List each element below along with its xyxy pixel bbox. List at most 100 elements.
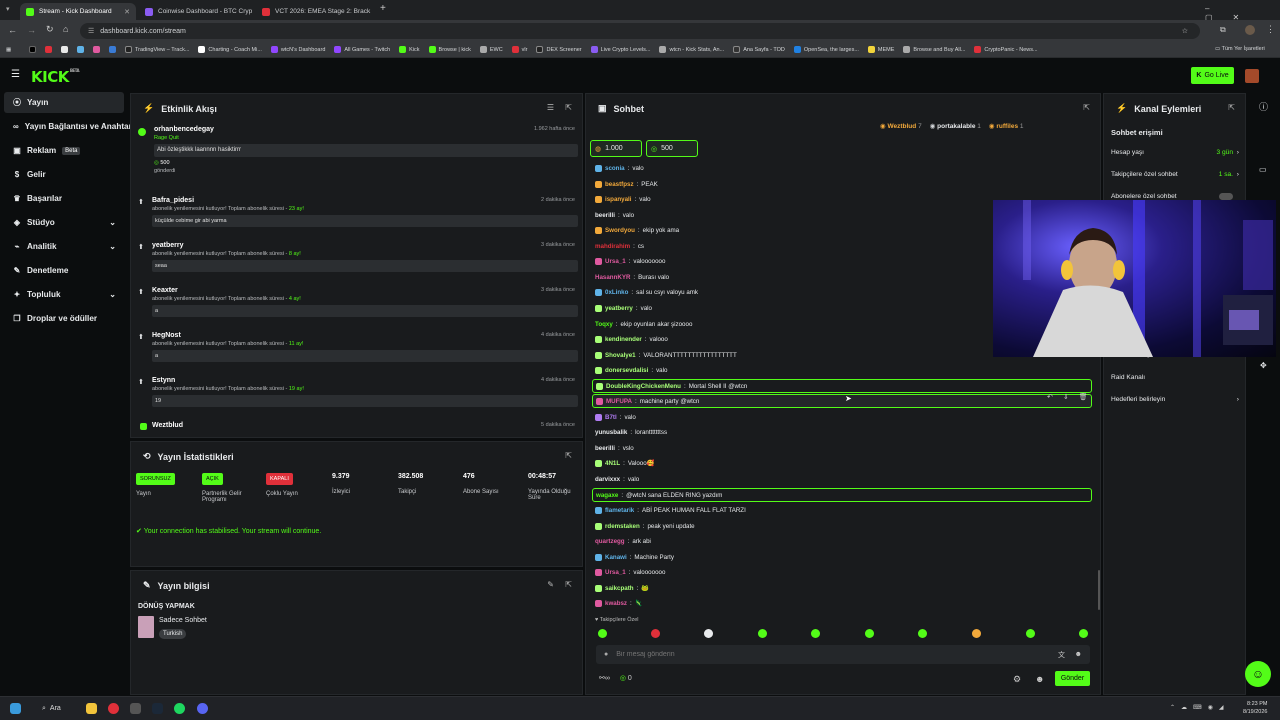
chat-message[interactable]: flametarik: ABİ PEAK HUMAN FALL FLAT TARZ… — [595, 503, 1093, 517]
activity-username[interactable]: Bafra_pidesi — [152, 197, 578, 204]
activity-username[interactable]: HegNost — [152, 332, 578, 339]
followers-only-row[interactable]: Takipçilere özel sohbet 1 sa. › — [1111, 171, 1239, 178]
activity-username[interactable]: Keaxter — [152, 287, 578, 294]
chat-username[interactable]: 0xLinko — [605, 289, 628, 296]
activity-username[interactable]: Weztblud — [152, 422, 578, 429]
chat-username[interactable]: wagaxe — [596, 492, 618, 499]
bookmark-item[interactable]: wtcN's Dashboard — [270, 46, 325, 53]
category-thumbnail[interactable] — [138, 616, 154, 638]
bookmark-item[interactable]: wtcn - Kick Stats, An... — [659, 46, 724, 53]
emote-icon[interactable] — [651, 629, 660, 638]
chat-message[interactable]: kwabsz: 🦎 — [595, 596, 1093, 610]
sidebar-item-stream-key[interactable]: ∞ Yayın Bağlantısı ve Anahtarı — [4, 116, 134, 137]
popout-icon[interactable]: ⇱ — [565, 580, 572, 589]
bookmark-item[interactable]: Charting - Coach Mi... — [198, 46, 262, 53]
chrome-icon[interactable] — [108, 703, 119, 714]
sidebar-item-analitik[interactable]: ⌁ Analitik ⌄ — [4, 236, 124, 257]
support-chat-button[interactable]: ☺ — [1245, 661, 1271, 687]
sidebar-item-gelir[interactable]: $ Gelir — [4, 164, 124, 185]
chat-username[interactable]: MUFUPA — [606, 398, 632, 405]
activity-username[interactable]: yeatberry — [152, 242, 578, 249]
bookmark-item[interactable]: Ana Sayfa - TOD — [733, 46, 785, 53]
popout-icon[interactable]: ⇱ — [565, 451, 572, 460]
go-live-button[interactable]: K Go Live — [1191, 67, 1234, 84]
sidebar-item-droplar[interactable]: ❒ Droplar ve ödüller — [4, 308, 124, 329]
emote-icon[interactable] — [972, 629, 981, 638]
chat-username[interactable]: beerilli — [595, 445, 615, 452]
kick-logo[interactable]: KICKBETA — [31, 68, 80, 86]
tab-vct[interactable]: VCT 2026: EMEA Stage 2: Brack ✕ — [256, 3, 374, 20]
all-bookmarks[interactable]: ▭ Tüm Yer İşaretleri — [1215, 46, 1265, 52]
bookmark-item[interactable]: Live Crypto Levels... — [590, 46, 650, 53]
emote-icon[interactable] — [865, 629, 874, 638]
discord-icon[interactable] — [197, 703, 208, 714]
send-button[interactable]: Gönder — [1055, 671, 1090, 686]
chat-message[interactable]: Kanawi: Machine Party — [595, 550, 1093, 564]
bookmark-item[interactable]: EWC — [479, 46, 503, 53]
tab-kick-dashboard[interactable]: Stream - Kick Dashboard ✕ — [20, 3, 136, 20]
emoji-icon[interactable]: ☻ — [1075, 651, 1082, 658]
sidebar-item-topluluk[interactable]: ✦ Topluluk ⌄ — [4, 284, 124, 305]
reload-icon[interactable]: ↻ — [46, 24, 54, 35]
filter-icon[interactable]: ☰ — [547, 103, 554, 112]
chat-scrollbar[interactable] — [1098, 570, 1100, 610]
spotify-icon[interactable] — [174, 703, 185, 714]
chat-message[interactable]: donersevdalisi: valo — [595, 363, 1093, 377]
emote-icon[interactable] — [704, 629, 713, 638]
chat-username[interactable]: Kanawi — [605, 554, 627, 561]
chat-message[interactable]: B7tl: valo — [595, 410, 1093, 424]
toggle[interactable] — [1219, 193, 1233, 200]
chat-username[interactable]: DoubleKingChickenMenu — [606, 383, 681, 390]
apps-icon[interactable]: ▦ — [6, 47, 20, 53]
profile-avatar[interactable] — [1245, 25, 1255, 35]
file-explorer-icon[interactable] — [86, 703, 97, 714]
pinned-gift[interactable]: ◍ 1.000 — [590, 140, 642, 157]
info-icon[interactable]: ⓘ — [1259, 100, 1268, 113]
chat-message[interactable]: beerilli: vslo — [595, 441, 1093, 455]
chat-message[interactable]: 4N1L: Valooo🥰 — [595, 456, 1093, 470]
popout-icon[interactable]: ⇱ — [1228, 103, 1235, 112]
clock[interactable]: 8:23 PM 8/19/2026 — [1243, 700, 1267, 716]
close-icon[interactable]: ✕ — [124, 8, 130, 16]
chat-username[interactable]: beerilli — [595, 212, 615, 219]
hamburger-menu-icon[interactable]: ☰ — [11, 69, 20, 80]
tab-coinwise[interactable]: Coinwise Dashboard - BTC Cryp ✕ — [139, 3, 255, 20]
leaderboard-entry[interactable]: ◉ portakalable 1 — [930, 122, 981, 130]
chat-message[interactable]: Ursa_1: valooooooo — [595, 565, 1093, 579]
mod-icon[interactable]: ✥ — [1260, 361, 1267, 370]
bookmark-item[interactable]: Kick — [399, 46, 420, 53]
account-age-row[interactable]: Hesap yaşı 3 gün › — [1111, 149, 1239, 156]
chat-username[interactable]: yeatberry — [605, 305, 633, 312]
edit-icon[interactable]: ✎ — [547, 580, 554, 589]
subs-only-row[interactable]: Abonelere özel sohbet — [1111, 193, 1239, 200]
bookmark-item[interactable]: All Games - Twitch — [334, 46, 390, 53]
chat-message[interactable]: quartzegg: ark abi — [595, 534, 1093, 548]
emote-icon[interactable] — [1079, 629, 1088, 638]
bookmark-youtube-icon[interactable] — [45, 46, 52, 53]
chat-message[interactable]: sconia: valo — [595, 161, 1093, 175]
chat-username[interactable]: kendinender — [605, 336, 642, 343]
popout-icon[interactable]: ⇱ — [565, 103, 572, 112]
emote-icon[interactable] — [811, 629, 820, 638]
sidebar-item-reklam[interactable]: ▣ Reklam Beta — [4, 140, 124, 161]
bookmark-item[interactable]: Browse | kick — [428, 46, 471, 53]
bookmark-g-icon[interactable] — [109, 46, 116, 53]
chat-username[interactable]: Swordyou — [605, 227, 635, 234]
windows-start-icon[interactable] — [10, 703, 21, 714]
reaction-icon[interactable]: ☻ — [1035, 674, 1044, 684]
set-goals-row[interactable]: Hedefleri belirleyin › — [1111, 396, 1239, 403]
pin-icon[interactable]: ⇓ — [1063, 393, 1069, 401]
new-tab-button[interactable]: + — [380, 3, 386, 14]
home-icon[interactable]: ⌂ — [63, 24, 68, 34]
bookmark-item[interactable]: OpenSea, the larges... — [793, 46, 859, 53]
sidebar-item-yayin[interactable]: ⦿ Yayın — [4, 92, 124, 113]
raid-channel-row[interactable]: Raid Kanalı — [1111, 374, 1239, 381]
bookmark-star-icon[interactable]: ☆ — [1182, 27, 1188, 35]
bookmark-item[interactable]: DEX Screener — [536, 46, 582, 53]
chat-message[interactable]: saikcpath: 🐸 — [595, 581, 1093, 595]
chat-username[interactable]: rdemstaken — [605, 523, 640, 530]
chat-message[interactable]: wagaxe: @wtcN sana ELDEN RING yazdım — [592, 488, 1092, 502]
emote-icon[interactable] — [1026, 629, 1035, 638]
bookmark-misc-icon[interactable] — [77, 46, 84, 53]
chat-username[interactable]: donersevdalisi — [605, 367, 648, 374]
